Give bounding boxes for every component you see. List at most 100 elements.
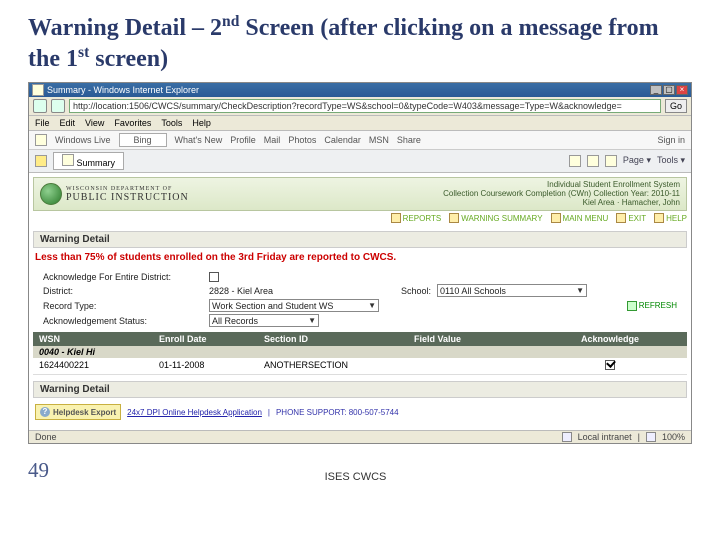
cell-field xyxy=(408,358,533,374)
district-value: 2828 - Kiel Area xyxy=(209,286,329,296)
bing-search-input[interactable]: Bing xyxy=(119,133,167,147)
cell-enroll: 01-11-2008 xyxy=(153,358,258,374)
tab-label: Summary xyxy=(77,158,116,168)
ack-district-label: Acknowledge For Entire District: xyxy=(43,272,203,282)
status-zone: Local intranet xyxy=(578,432,632,442)
col-section: Section ID xyxy=(258,332,408,346)
feeds-icon[interactable] xyxy=(587,155,599,167)
helpdesk-row: ?Helpdesk Export 24x7 DPI Online Helpdes… xyxy=(33,398,687,426)
reports-link[interactable]: REPORTS xyxy=(391,213,442,223)
filter-form: Acknowledge For Entire District: Distric… xyxy=(33,267,687,332)
status-text: Done xyxy=(35,432,57,442)
print-icon[interactable] xyxy=(605,155,617,167)
menu-help[interactable]: Help xyxy=(192,118,211,128)
menu-tools[interactable]: Tools xyxy=(161,118,182,128)
main-menu-link[interactable]: MAIN MENU xyxy=(551,213,609,223)
wl-profile[interactable]: Profile xyxy=(230,135,256,145)
tools-menu[interactable]: Tools ▾ xyxy=(657,155,685,167)
window-title: Summary - Windows Internet Explorer xyxy=(47,85,199,95)
go-button[interactable]: Go xyxy=(665,99,687,113)
dpi-logo-icon xyxy=(40,183,62,205)
menu-icon xyxy=(551,213,561,223)
district-label: District: xyxy=(43,286,203,296)
sys-user: Kiel Area · Hamacher, John xyxy=(443,199,680,208)
status-bar: Done Local intranet | 100% xyxy=(29,430,691,443)
ack-status-label: Acknowledgement Status: xyxy=(43,316,203,326)
record-type-label: Record Type: xyxy=(43,301,203,311)
favorites-icon[interactable] xyxy=(35,155,47,167)
helpdesk-export-button[interactable]: ?Helpdesk Export xyxy=(35,404,121,420)
reports-icon xyxy=(391,213,401,223)
cell-wsn: 1624400221 xyxy=(33,358,153,374)
windows-live-toolbar: Windows Live Bing What's New Profile Mai… xyxy=(29,131,691,150)
wl-icon xyxy=(35,134,47,146)
table-row: 1624400221 01-11-2008 ANOTHERSECTION xyxy=(33,358,687,375)
page-number: 49 xyxy=(28,458,49,483)
chevron-down-icon: ▼ xyxy=(576,286,584,295)
footer-label: ISES CWCS xyxy=(325,471,387,483)
page-menu[interactable]: Page ▾ xyxy=(623,155,651,167)
back-button[interactable] xyxy=(33,99,47,113)
col-wsn: WSN xyxy=(33,332,153,346)
record-type-select[interactable]: Work Section and Student WS▼ xyxy=(209,299,379,312)
section-header-warning-detail-2: Warning Detail xyxy=(33,381,687,398)
school-select[interactable]: 0110 All Schools▼ xyxy=(437,284,587,297)
ack-row-checkbox[interactable] xyxy=(605,360,615,370)
title-sup1: nd xyxy=(222,13,239,30)
warning-icon xyxy=(449,213,459,223)
help-link[interactable]: HELP xyxy=(654,213,687,223)
title-part-c: screen) xyxy=(89,46,168,72)
ack-district-checkbox[interactable] xyxy=(209,272,219,282)
minimize-button[interactable]: _ xyxy=(650,85,662,95)
wl-msn[interactable]: MSN xyxy=(369,135,389,145)
forward-button[interactable] xyxy=(51,99,65,113)
refresh-icon xyxy=(627,301,637,311)
col-ack: Acknowledge xyxy=(533,332,687,346)
cell-section: ANOTHERSECTION xyxy=(258,358,408,374)
help-icon xyxy=(654,213,664,223)
col-field: Field Value xyxy=(408,332,533,346)
exit-icon xyxy=(616,213,626,223)
wl-mail[interactable]: Mail xyxy=(264,135,281,145)
menu-bar: File Edit View Favorites Tools Help xyxy=(29,116,691,131)
title-part-a: Warning Detail – 2 xyxy=(28,15,222,41)
wl-share[interactable]: Share xyxy=(397,135,421,145)
page-content: WISCONSIN DEPARTMENT OF PUBLIC INSTRUCTI… xyxy=(29,173,691,430)
zone-icon xyxy=(562,432,572,442)
wl-whatsnew[interactable]: What's New xyxy=(175,135,223,145)
system-info: Individual Student Enrollment System Col… xyxy=(443,181,680,207)
zoom-icon[interactable] xyxy=(646,432,656,442)
menu-edit[interactable]: Edit xyxy=(60,118,76,128)
close-button[interactable]: × xyxy=(676,85,688,95)
menu-favorites[interactable]: Favorites xyxy=(114,118,151,128)
col-enroll: Enroll Date xyxy=(153,332,258,346)
helpdesk-phone: PHONE SUPPORT: 800-507-5744 xyxy=(276,408,399,417)
url-input[interactable]: http://location:1506/CWCS/summary/CheckD… xyxy=(69,99,661,113)
question-icon: ? xyxy=(40,407,50,417)
refresh-button[interactable]: REFRESH xyxy=(627,301,677,311)
table-header: WSN Enroll Date Section ID Field Value A… xyxy=(33,332,687,346)
home-icon[interactable] xyxy=(569,155,581,167)
ack-status-select[interactable]: All Records▼ xyxy=(209,314,319,327)
menu-view[interactable]: View xyxy=(85,118,104,128)
exit-link[interactable]: EXIT xyxy=(616,213,646,223)
dpi-overline: WISCONSIN DEPARTMENT OF xyxy=(66,186,189,192)
chevron-down-icon: ▼ xyxy=(368,301,376,310)
signin-link[interactable]: Sign in xyxy=(657,135,685,145)
slide-title: Warning Detail – 2nd Screen (after click… xyxy=(28,12,692,74)
dpi-title: PUBLIC INSTRUCTION xyxy=(66,192,189,203)
school-label: School: xyxy=(401,286,431,296)
warning-message: Less than 75% of students enrolled on th… xyxy=(33,248,687,267)
maximize-button[interactable]: ▢ xyxy=(663,85,675,95)
app-toolbar: REPORTS WARNING SUMMARY MAIN MENU EXIT H… xyxy=(33,211,687,225)
wl-photos[interactable]: Photos xyxy=(288,135,316,145)
menu-file[interactable]: File xyxy=(35,118,50,128)
wl-calendar[interactable]: Calendar xyxy=(324,135,361,145)
ie-icon xyxy=(32,84,44,96)
tab-icon xyxy=(62,154,74,166)
browser-tab[interactable]: Summary xyxy=(53,152,124,170)
favorites-bar: Summary Page ▾ Tools ▾ xyxy=(29,150,691,173)
helpdesk-link[interactable]: 24x7 DPI Online Helpdesk Application xyxy=(127,408,262,417)
warning-summary-link[interactable]: WARNING SUMMARY xyxy=(449,213,542,223)
status-zoom[interactable]: 100% xyxy=(662,432,685,442)
